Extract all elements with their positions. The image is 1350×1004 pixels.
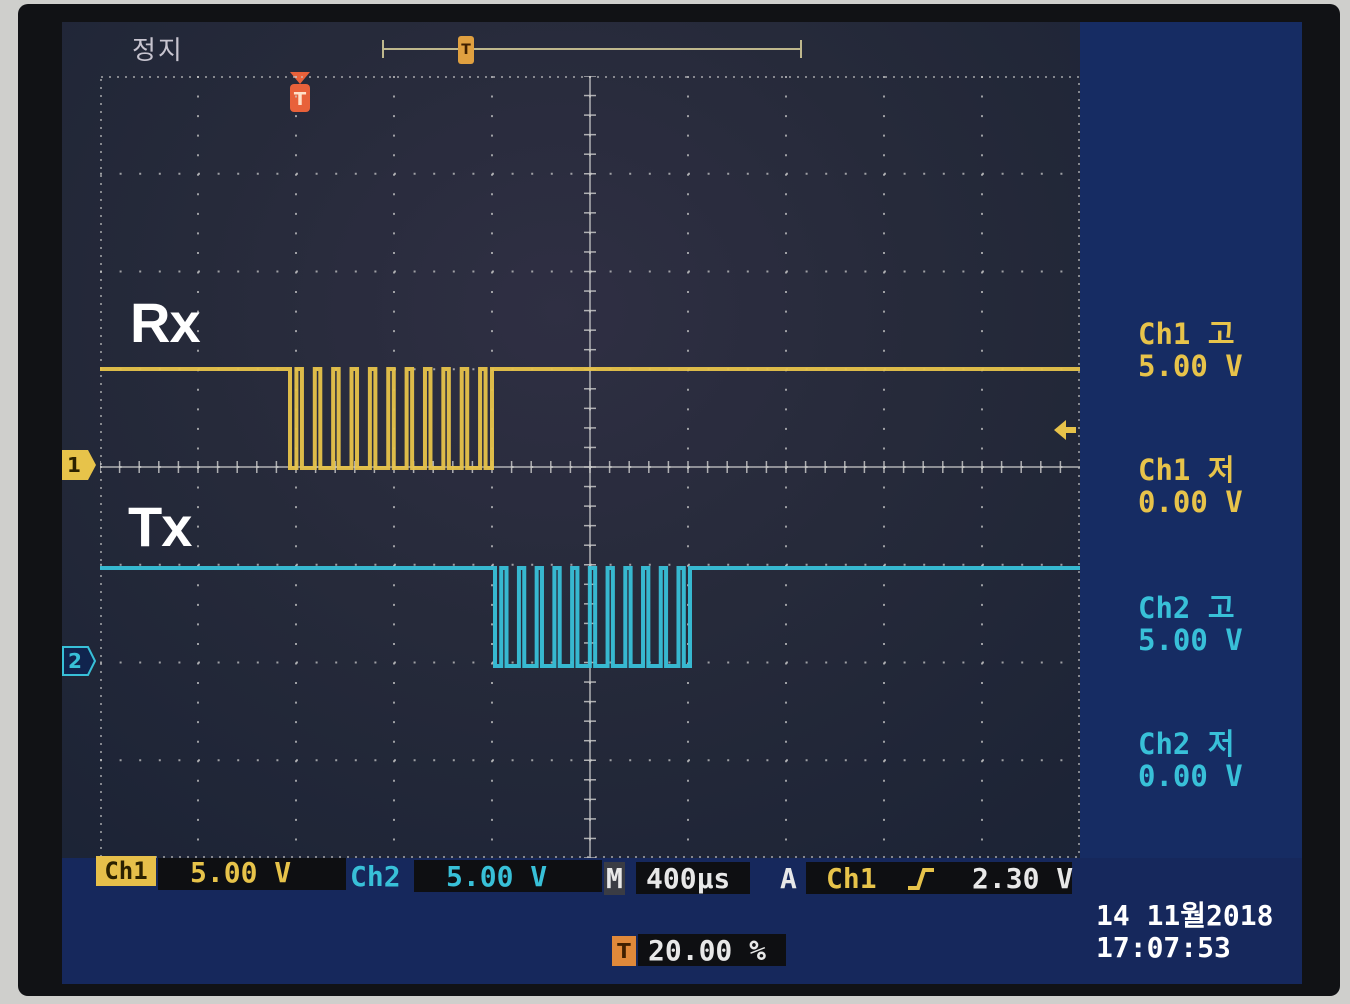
ch2-low-label: Ch2 저 — [1138, 727, 1235, 761]
record-bar-left-cap — [382, 40, 384, 58]
ch1-low-label: Ch1 저 — [1138, 453, 1235, 487]
ch2-low-value: 0.00 V — [1138, 759, 1243, 793]
ch1-scale-value: 5.00 V — [190, 856, 292, 889]
ch1-high-value: 5.00 V — [1138, 349, 1243, 383]
waveform-graticule — [100, 76, 1080, 858]
ch2-low-readout: Ch2 저 0.00 V — [1138, 728, 1243, 792]
trigger-mode-tag[interactable]: A — [780, 862, 797, 895]
record-position-bar: T — [382, 36, 802, 66]
time-label: 17:07:53 — [1096, 931, 1231, 964]
ch1-high-label: Ch1 고 — [1138, 317, 1235, 351]
trigger-level: 2.30 V — [972, 862, 1074, 895]
ch2-high-value: 5.00 V — [1138, 623, 1243, 657]
ch2-scale-tag[interactable]: Ch2 — [350, 860, 401, 893]
record-trigger-icon: T — [458, 36, 474, 64]
ch1-low-readout: Ch1 저 0.00 V — [1138, 454, 1243, 518]
ch2-ground-marker[interactable]: 2 — [62, 646, 96, 676]
ch1-low-value: 0.00 V — [1138, 485, 1243, 519]
trigger-position-value: 20.00 % — [648, 934, 767, 967]
ch1-scale-tag[interactable]: Ch1 — [96, 856, 156, 886]
date-time-readout: 14 11월2018 17:07:53 — [1096, 900, 1273, 964]
ch2-scale-value: 5.00 V — [446, 860, 548, 893]
trigger-level-arrow-icon — [1054, 420, 1076, 440]
ch1-marker-label: 1 — [67, 453, 81, 477]
rising-edge-icon — [908, 868, 934, 890]
rx-signal-label: Rx — [130, 291, 201, 354]
tx-signal-label: Tx — [128, 495, 192, 558]
ch2-high-readout: Ch2 고 5.00 V — [1138, 592, 1243, 656]
ch2-marker-label: 2 — [68, 649, 82, 673]
trigger-source: Ch1 — [826, 862, 877, 895]
date-label: 14 11월2018 — [1096, 899, 1274, 932]
timebase-tag[interactable]: M — [604, 862, 625, 895]
record-bar-line — [382, 48, 802, 50]
ch1-ground-marker[interactable]: 1 — [62, 450, 96, 480]
ch2-high-label: Ch2 고 — [1138, 591, 1235, 625]
record-bar-right-cap — [800, 40, 802, 58]
ch2-tx-trace — [100, 566, 1080, 668]
acquisition-status: 정지 — [132, 36, 184, 66]
timebase-value: 400µs — [646, 862, 731, 895]
ch1-high-readout: Ch1 고 5.00 V — [1138, 318, 1243, 382]
trigger-position-tag[interactable]: T — [612, 936, 636, 966]
